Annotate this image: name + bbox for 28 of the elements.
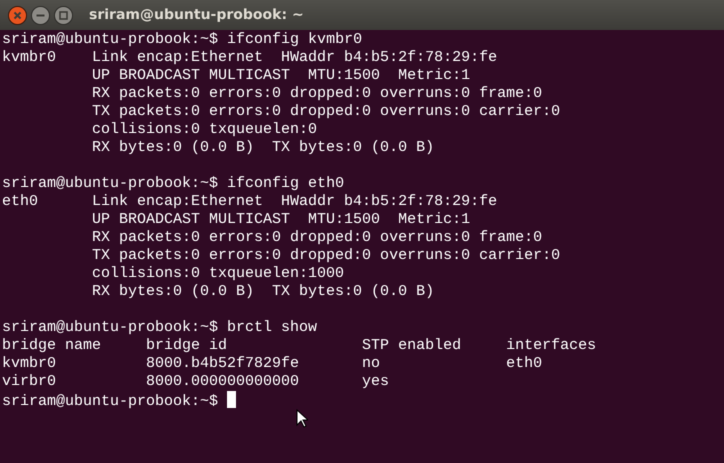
command-text: brctl show (227, 319, 318, 336)
close-icon[interactable] (8, 6, 27, 24)
output-line: TX packets:0 errors:0 dropped:0 overruns:0 carrier:0 (91, 103, 560, 120)
minimize-icon[interactable] (31, 6, 50, 24)
mouse-pointer-icon (296, 409, 308, 428)
output-line: collisions:0 txqueuelen:1000 (91, 265, 344, 282)
output-line: eth0 Link encap:Ethernet HWaddr b4:b5:2f:78:29:fe (2, 193, 498, 210)
command-text: ifconfig kvmbr0 (227, 31, 362, 48)
command-text: ifconfig eth0 (227, 175, 344, 192)
output-line: kvmbr0 8000.b4b52f7829fe no eth0 (2, 355, 542, 372)
shell-prompt: sriram@ubuntu-probook:~$ (2, 319, 218, 336)
output-line: UP BROADCAST MULTICAST MTU:1500 Metric:1 (91, 67, 470, 84)
output-line: TX packets:0 errors:0 dropped:0 overruns:0 carrier:0 (91, 247, 560, 264)
shell-prompt: sriram@ubuntu-probook:~$ (2, 393, 218, 410)
maximize-icon[interactable] (54, 6, 73, 24)
output-line: UP BROADCAST MULTICAST MTU:1500 Metric:1 (91, 211, 470, 228)
output-line: RX packets:0 errors:0 dropped:0 overruns:0 frame:0 (91, 85, 542, 102)
window-title: sriram@ubuntu-probook: ~ (89, 6, 304, 24)
output-line: kvmbr0 Link encap:Ethernet HWaddr b4:b5:2f:78:29:fe (2, 49, 498, 66)
shell-prompt: sriram@ubuntu-probook:~$ (2, 175, 218, 192)
output-line: collisions:0 txqueuelen:0 (91, 121, 318, 138)
output-line: RX bytes:0 (0.0 B) TX bytes:0 (0.0 B) (91, 283, 434, 300)
text-cursor (227, 391, 236, 408)
output-line: virbr0 8000.000000000000 yes (2, 373, 390, 390)
shell-prompt: sriram@ubuntu-probook:~$ (2, 31, 218, 48)
output-line: bridge name bridge id STP enabled interfaces (2, 337, 596, 354)
output-line: RX bytes:0 (0.0 B) TX bytes:0 (0.0 B) (91, 139, 434, 156)
output-line: RX packets:0 errors:0 dropped:0 overruns:0 frame:0 (91, 229, 542, 246)
